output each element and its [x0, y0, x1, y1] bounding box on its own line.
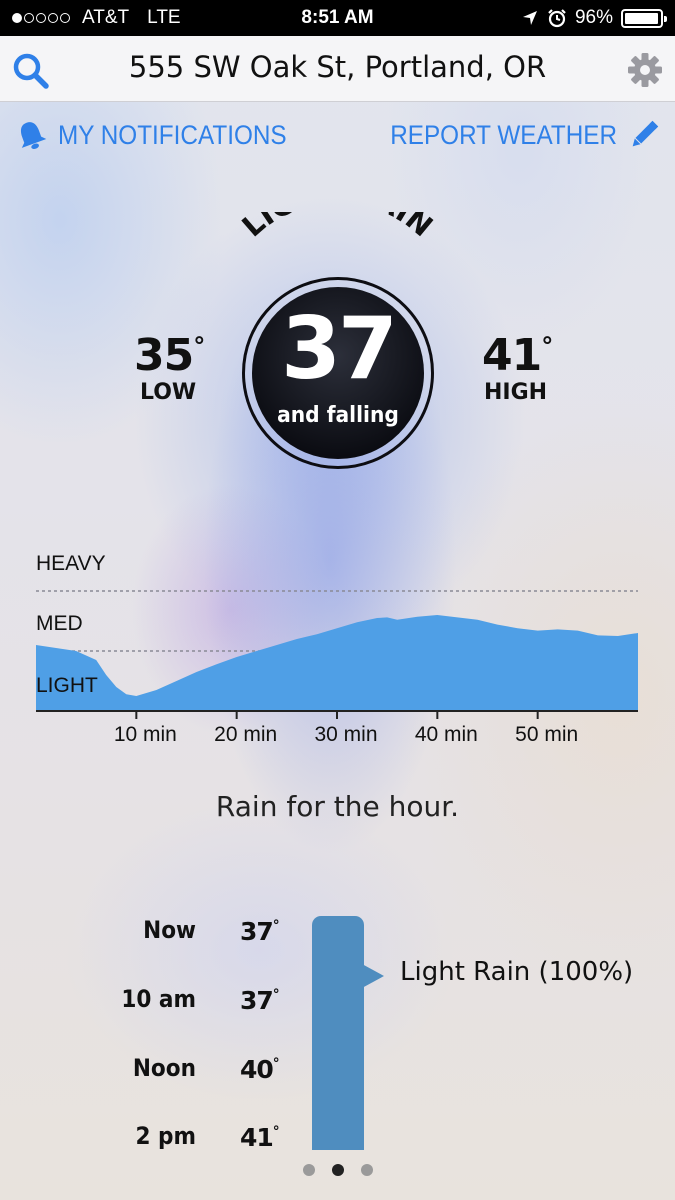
chart-x-tick-label: 20 min	[214, 723, 277, 746]
chart-level-label: HEAVY	[36, 552, 106, 575]
page-dot[interactable]	[360, 1164, 373, 1176]
hourly-temp: 40°	[240, 1055, 280, 1084]
hourly-time: 2 pm	[135, 1122, 196, 1150]
hour-summary: Rain for the hour.	[215, 790, 460, 823]
hourly-time: Noon	[132, 1054, 196, 1082]
location-arrow-icon	[522, 11, 537, 25]
svg-text:LIGHT RAIN: LIGHT RAIN	[235, 212, 439, 243]
precipitation-area	[36, 615, 638, 711]
condition-pointer	[362, 964, 384, 988]
bell-icon	[20, 122, 47, 149]
temp-trend: and falling	[277, 403, 399, 428]
page-dot[interactable]	[302, 1164, 315, 1176]
hourly-temp: 37°	[240, 917, 280, 946]
condition-text: LIGHT RAIN	[235, 212, 439, 243]
battery-icon	[621, 8, 667, 28]
pencil-icon	[632, 120, 659, 147]
report-weather-label: REPORT WEATHER	[390, 119, 617, 150]
hourly-temp: 37°	[240, 986, 280, 1015]
hourly-time: 10 am	[121, 985, 196, 1013]
location-address[interactable]: 555 SW Oak St, Portland, OR	[70, 50, 605, 84]
page-dot[interactable]	[331, 1164, 344, 1176]
current-temp-disc: 37 and falling	[252, 287, 424, 459]
hourly-temp: 41°	[240, 1123, 280, 1152]
my-notifications-link[interactable]: MY NOTIFICATIONS	[14, 118, 312, 152]
precipitation-chart: LIGHT MED HEAVY 10 min 20 min 30 min 40 min 50 …	[36, 552, 638, 746]
low-label: LOW	[140, 380, 197, 405]
chart-x-tick-label: 30 min	[314, 723, 377, 746]
chart-x-tick-label: 40 min	[415, 723, 478, 746]
high-label: HIGH	[484, 380, 548, 405]
nav-bar: 555 SW Oak St, Portland, OR	[0, 36, 675, 102]
low-temp: 35°	[134, 330, 205, 381]
my-notifications-label: MY NOTIFICATIONS	[58, 119, 287, 150]
high-temp: 41°	[482, 330, 553, 381]
page-indicator[interactable]	[0, 1164, 675, 1176]
hourly-time: Now	[143, 916, 196, 944]
status-bar: AT&T LTE 8:51 AM 96%	[0, 0, 675, 36]
chart-x-tick-label: 10 min	[114, 723, 177, 746]
gear-icon[interactable]	[627, 52, 663, 88]
hourly-condition-label: Light Rain (100%)	[400, 957, 634, 987]
chart-x-tick-label: 50 min	[515, 723, 578, 746]
status-right: 96%	[521, 7, 667, 29]
battery-percent: 96%	[574, 7, 613, 28]
report-weather-link[interactable]: REPORT WEATHER	[365, 118, 661, 152]
current-temp: 37	[281, 299, 398, 399]
alarm-clock-icon	[548, 9, 566, 28]
chart-level-label: LIGHT	[36, 674, 98, 697]
battery-fill	[625, 12, 658, 24]
search-icon[interactable]	[12, 52, 50, 90]
current-temp-dial: 37 and falling	[242, 277, 434, 469]
chart-level-label: MED	[36, 612, 83, 635]
hourly-condition-bar[interactable]	[312, 916, 364, 1150]
